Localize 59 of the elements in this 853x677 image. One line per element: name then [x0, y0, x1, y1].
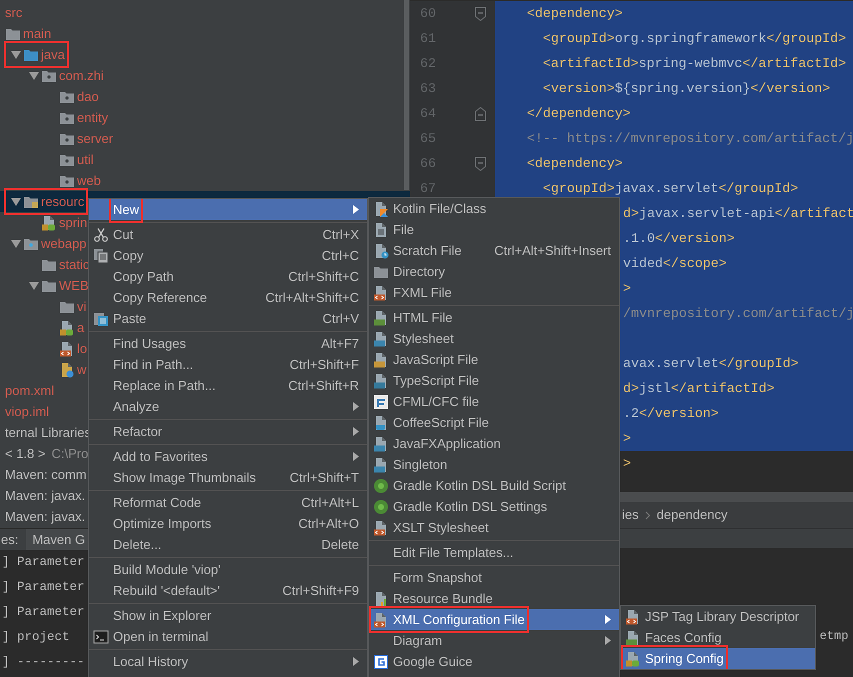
- code-line: <groupId>org.springframework</groupId>: [542, 30, 846, 48]
- tree-item-label: main: [23, 24, 52, 43]
- code-line: <groupId>javax.servlet</groupId>: [542, 180, 798, 198]
- code-line: >: [623, 454, 631, 473]
- shortcut-label: Ctrl+Shift+R: [288, 376, 359, 395]
- code-line: <artifactId>spring-webmvc</artifactId>: [542, 54, 846, 73]
- shortcut-label: Ctrl+Shift+F: [290, 356, 359, 374]
- console-line: ] ---------: [2, 654, 85, 672]
- tree-item-label: resourc: [41, 192, 84, 211]
- code-line: d>javax.servlet-api</artifact: [623, 204, 853, 223]
- code-line: .1.0</version>: [623, 230, 735, 248]
- tree-item-label: w: [77, 360, 86, 379]
- shortcut-label: Ctrl+Alt+L: [301, 494, 359, 512]
- shortcut-label: Ctrl+Alt+O: [298, 514, 359, 533]
- tree-item-label: entity: [77, 108, 108, 127]
- console-line: ] project: [2, 629, 70, 646]
- tree-item-label: web: [77, 172, 101, 190]
- code-line: d>jstl</artifactId>: [623, 380, 775, 398]
- tree-item-label: < 1.8 >: [5, 444, 46, 463]
- console-line: ] Parameter: [2, 554, 85, 572]
- shortcut-label: Ctrl+Shift+C: [288, 268, 359, 286]
- tree-item-path: C:\Pro: [51, 444, 88, 463]
- tool-window-label: es:: [0, 530, 18, 549]
- code-line: .2</version>: [623, 404, 719, 423]
- code-line: >: [623, 430, 631, 448]
- console-line: etmp: [820, 628, 848, 644]
- code-line: avax.servlet</groupId>: [623, 354, 799, 373]
- code-line: /mvnrepository.com/artifact/j: [623, 304, 853, 323]
- tree-item-label: webapp: [41, 234, 87, 253]
- tree-item-label: com.zhi: [59, 66, 104, 85]
- tree-item-label: util: [77, 150, 94, 169]
- code-line: <version>${spring.version}</version>: [542, 80, 830, 98]
- tree-item-label: vi: [77, 298, 86, 316]
- shortcut-label: Alt+F7: [321, 334, 359, 353]
- shortcut-label: Ctrl+Alt+Shift+C: [265, 288, 359, 307]
- shortcut-label: Ctrl+Shift+F9: [282, 582, 359, 600]
- tree-item-label: server: [77, 130, 114, 148]
- shortcut-label: Ctrl+V: [322, 310, 359, 328]
- tree-item-label: sprin: [59, 214, 88, 232]
- console-line: ] Parameter: [2, 604, 85, 622]
- tree-item-label: static: [59, 256, 90, 274]
- tree-item-label: src: [5, 4, 22, 22]
- tree-item-label: lo: [77, 340, 88, 358]
- code-line: </dependency>: [526, 104, 631, 123]
- code-line: >: [623, 280, 631, 298]
- tree-item-label: java: [41, 46, 65, 64]
- shortcut-label: Ctrl+Alt+Shift+Insert: [494, 242, 611, 260]
- shortcut-label: Ctrl+C: [322, 246, 359, 265]
- code-line: <!-- https://mvnrepository.com/artifact/j: [526, 130, 853, 148]
- code-line: vided</scope>: [623, 254, 727, 273]
- console-line: ] Parameter: [2, 579, 85, 596]
- shortcut-label: Ctrl+Shift+T: [290, 468, 359, 487]
- tree-item-label: WEB: [59, 276, 89, 295]
- shortcut-label: Ctrl+X: [322, 226, 359, 244]
- tree-item-label: a: [77, 318, 84, 337]
- code-line: <dependency>: [526, 4, 623, 23]
- tree-item-label: dao: [77, 88, 99, 106]
- code-line: <dependency>: [526, 154, 623, 173]
- shortcut-label: Delete: [321, 536, 359, 554]
